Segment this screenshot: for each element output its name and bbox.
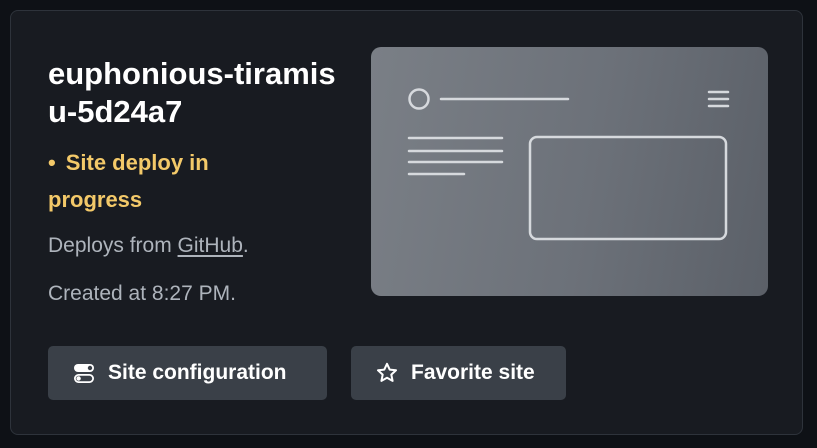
- site-configuration-button[interactable]: Site configuration: [48, 346, 327, 400]
- github-link[interactable]: GitHub: [178, 234, 243, 257]
- status-text: Site deploy in progress: [48, 150, 209, 212]
- toggle-icon: [72, 361, 96, 385]
- site-card: euphonious-tiramisu-5d24a7 • Site deploy …: [10, 10, 803, 435]
- deploy-source: Deploys from GitHub.: [48, 231, 249, 261]
- created-time: Created at 8:27 PM.: [48, 282, 236, 305]
- site-configuration-label: Site configuration: [108, 361, 287, 384]
- deploy-source-prefix: Deploys from: [48, 234, 178, 257]
- deploy-status: • Site deploy in progress: [48, 144, 278, 218]
- site-preview-thumbnail[interactable]: [371, 47, 768, 296]
- deploy-source-suffix: .: [242, 234, 249, 257]
- wireframe-illustration: [407, 88, 730, 241]
- site-name: euphonious-tiramisu-5d24a7: [48, 56, 336, 129]
- favorite-site-button[interactable]: Favorite site: [351, 346, 566, 400]
- star-icon: [375, 361, 399, 385]
- favorite-site-label: Favorite site: [411, 361, 535, 384]
- status-dot: •: [48, 150, 56, 175]
